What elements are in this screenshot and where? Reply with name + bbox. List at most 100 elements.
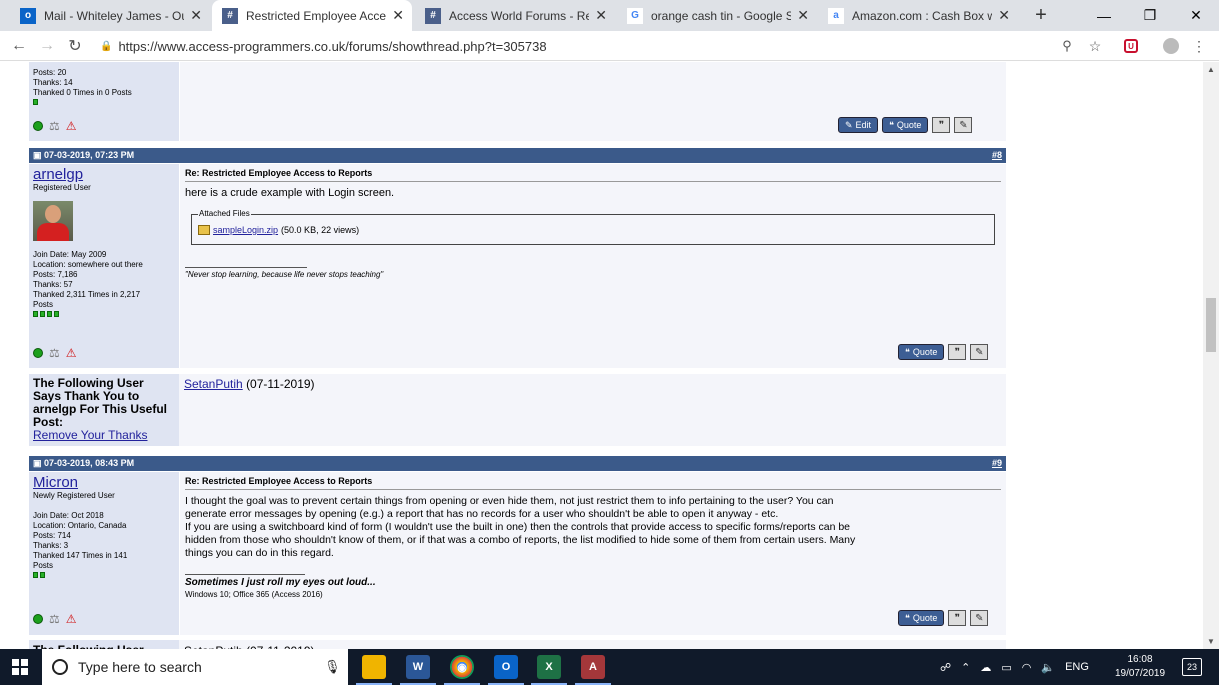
access-icon[interactable]: A xyxy=(581,655,605,679)
volume-icon[interactable]: 🔈 xyxy=(1041,661,1055,674)
post-header: ▣ 07-03-2019, 07:23 PM #8 xyxy=(29,148,1006,163)
reputation-icon[interactable]: ⚖ xyxy=(49,346,60,360)
report-post-icon[interactable]: ⚠ xyxy=(66,119,77,133)
scroll-down-icon[interactable]: ▼ xyxy=(1207,637,1215,646)
zoom-icon[interactable]: ⚲ xyxy=(1056,35,1078,57)
online-status-icon xyxy=(33,348,43,358)
browser-tab[interactable]: # Restricted Employee Access to ✕ xyxy=(212,0,412,31)
edit-button[interactable]: ✎ Edit xyxy=(838,117,879,133)
user-stat-line: Posts: 714 xyxy=(33,531,71,540)
tab-close-icon[interactable]: ✕ xyxy=(595,7,607,24)
quote-button[interactable]: ❝ Quote xyxy=(898,610,945,626)
back-icon[interactable]: ← xyxy=(8,35,30,57)
multi-quote-icon[interactable]: ❞ xyxy=(948,610,967,626)
avatar[interactable] xyxy=(33,201,73,241)
remove-thanks-link[interactable]: Remove Your Thanks xyxy=(33,428,148,442)
menu-kebab-icon[interactable]: ⋮ xyxy=(1188,35,1210,57)
post-body: Re: Restricted Employee Access to Report… xyxy=(180,472,1006,635)
notification-center-icon[interactable]: 23 xyxy=(1182,658,1202,676)
user-stat-line: Thanked 147 Times in 141 xyxy=(33,551,128,560)
browser-tab[interactable]: a Amazon.com : Cash Box with N ✕ xyxy=(818,0,1018,31)
quick-reply-icon[interactable]: ✎ xyxy=(970,344,989,360)
post-header: ▣ 07-03-2019, 08:43 PM #9 xyxy=(29,456,1006,471)
browser-tab[interactable]: # Access World Forums - Reply t ✕ xyxy=(415,0,615,31)
profile-avatar-icon[interactable] xyxy=(1160,35,1182,57)
chrome-icon[interactable]: ◉ xyxy=(450,655,474,679)
tab-close-icon[interactable]: ✕ xyxy=(392,7,404,24)
post-number-link[interactable]: #8 xyxy=(992,150,1002,161)
onedrive-icon[interactable]: ☁ xyxy=(980,661,991,674)
username-link[interactable]: Micron xyxy=(33,474,175,491)
system-tray: ☍ ⌃ ☁ ▭ ◠ 🔈 ENG xyxy=(940,649,1089,685)
post-date: 07-03-2019, 08:43 PM xyxy=(44,458,135,468)
reputation-dots xyxy=(33,99,175,105)
tab-close-icon[interactable]: ✕ xyxy=(190,7,202,24)
browser-tab[interactable]: Gorange cash tin - Google Searc ✕ xyxy=(617,0,817,31)
browser-tab[interactable]: o Mail - Whiteley James - Outlo ✕ xyxy=(10,0,210,31)
thanks-user-link[interactable]: SetanPutih xyxy=(184,377,243,391)
user-stat-line: Thanked 2,311 Times in 2,217 xyxy=(33,290,141,299)
people-icon[interactable]: ☍ xyxy=(940,661,951,674)
report-post-icon[interactable]: ⚠ xyxy=(66,612,77,626)
user-stat-line: Location: somewhere out there xyxy=(33,260,143,269)
quick-reply-icon[interactable]: ✎ xyxy=(970,610,989,626)
signature-divider xyxy=(185,574,305,575)
quote-button[interactable]: ❝ Quote xyxy=(898,344,945,360)
zip-file-icon xyxy=(198,225,210,235)
username-link[interactable]: arnelgp xyxy=(33,166,175,183)
url-text: https://www.access-programmers.co.uk/for… xyxy=(118,38,547,54)
windows-start-icon[interactable] xyxy=(12,659,28,675)
attached-files-box: Attached Files sampleLogin.zip (50.0 KB,… xyxy=(191,209,995,245)
tab-close-icon[interactable]: ✕ xyxy=(797,7,809,24)
quote-icon: ❝ xyxy=(905,612,910,623)
taskbar-search-box[interactable]: Type here to search 🎙 xyxy=(42,649,348,685)
microphone-icon[interactable]: 🎙 xyxy=(324,659,341,675)
reputation-icon[interactable]: ⚖ xyxy=(49,119,60,133)
page-scrollbar[interactable]: ▲ ▼ xyxy=(1203,62,1219,649)
search-placeholder: Type here to search xyxy=(78,659,202,675)
tab-close-icon[interactable]: ✕ xyxy=(998,7,1010,24)
wifi-icon[interactable]: ◠ xyxy=(1022,661,1032,674)
multi-quote-icon[interactable]: ❞ xyxy=(948,344,967,360)
minimize-button[interactable]: — xyxy=(1081,0,1127,31)
address-bar[interactable]: 🔒 https://www.access-programmers.co.uk/f… xyxy=(100,34,1110,58)
post-number-link[interactable]: #9 xyxy=(992,458,1002,469)
battery-icon[interactable]: ▭ xyxy=(1001,661,1011,674)
lock-icon: 🔒 xyxy=(100,40,113,52)
post-title: Re: Restricted Employee Access to Report… xyxy=(185,168,1001,182)
bookmark-star-icon[interactable]: ☆ xyxy=(1084,35,1106,57)
reputation-icon[interactable]: ⚖ xyxy=(49,612,60,626)
outlook-app-icon[interactable]: O xyxy=(494,655,518,679)
post-text: I thought the goal was to prevent certai… xyxy=(185,495,856,559)
extension-icon[interactable]: U xyxy=(1120,35,1142,57)
reload-icon[interactable]: ↻ xyxy=(64,35,86,57)
thanks-users: SetanPutih (07-11-2019) xyxy=(180,640,319,649)
restore-button[interactable]: ❐ xyxy=(1127,0,1173,31)
file-explorer-icon[interactable] xyxy=(362,655,386,679)
clock[interactable]: 16:08 19/07/2019 xyxy=(1110,649,1170,685)
excel-icon[interactable]: X xyxy=(537,655,561,679)
attachment-link[interactable]: sampleLogin.zip xyxy=(213,225,278,235)
quote-button[interactable]: ❝ Quote xyxy=(882,117,929,133)
signature-text: "Never stop learning, because life never… xyxy=(185,270,384,279)
post-body: Re: Restricted Employee Access to Report… xyxy=(180,164,1006,368)
language-indicator[interactable]: ENG xyxy=(1065,661,1089,673)
forum-page-icon: # xyxy=(425,7,441,24)
post-title: Re: Restricted Employee Access to Report… xyxy=(185,476,1001,490)
thanks-date: (07-11-2019) xyxy=(246,377,315,391)
report-post-icon[interactable]: ⚠ xyxy=(66,346,77,360)
multi-quote-icon[interactable]: ❞ xyxy=(932,117,951,133)
user-stat-line: Posts: 20 xyxy=(33,68,67,77)
tab-label: Amazon.com : Cash Box with N xyxy=(852,8,993,23)
word-icon[interactable]: W xyxy=(406,655,430,679)
scrollbar-thumb[interactable] xyxy=(1206,298,1216,352)
forward-icon[interactable]: → xyxy=(36,35,58,57)
new-tab-button[interactable]: + xyxy=(1030,4,1052,26)
scroll-up-icon[interactable]: ▲ xyxy=(1207,65,1215,74)
attachment-meta: (50.0 KB, 22 views) xyxy=(281,225,360,235)
quick-reply-icon[interactable]: ✎ xyxy=(954,117,973,133)
window-close-button[interactable]: ✕ xyxy=(1173,0,1219,31)
forum-thread-page: Posts: 20 Thanks: 14 Thanked 0 Times in … xyxy=(0,62,1203,649)
google-icon: G xyxy=(627,7,643,24)
tray-chevron-icon[interactable]: ⌃ xyxy=(961,661,970,674)
